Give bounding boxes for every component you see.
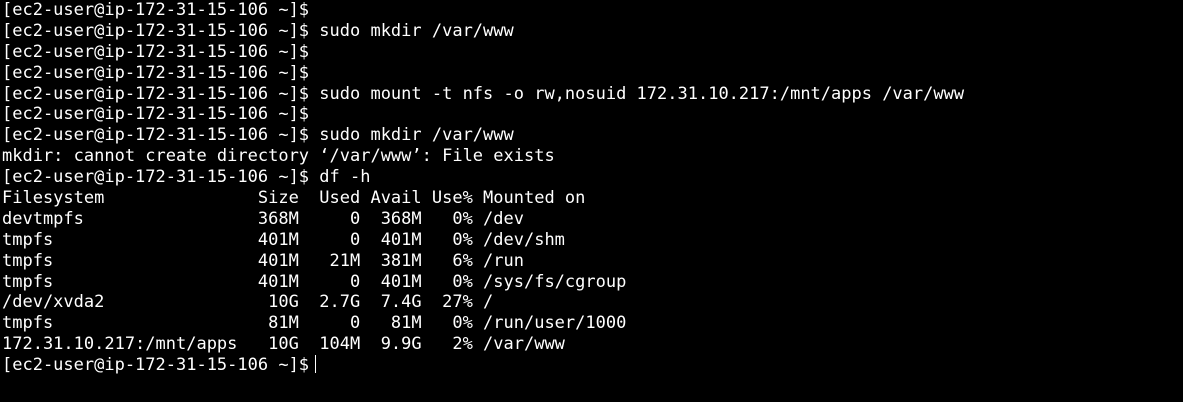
df-row: 172.31.10.217:/mnt/apps 10G 104M 9.9G 2%… [2, 334, 565, 355]
terminal-window[interactable]: [ec2-user@ip-172-31-15-106 ~]$ [ec2-user… [0, 0, 1183, 402]
df-row: tmpfs 401M 0 401M 0% /sys/fs/cgroup [2, 271, 627, 292]
current-prompt-line[interactable]: [ec2-user@ip-172-31-15-106 ~]$ [2, 355, 1183, 376]
terminal-line: [ec2-user@ip-172-31-15-106 ~]$ [2, 104, 310, 125]
terminal-line: [ec2-user@ip-172-31-15-106 ~]$ sudo mkdi… [2, 20, 514, 41]
df-row: tmpfs 401M 21M 381M 6% /run [2, 250, 524, 271]
terminal-line: [ec2-user@ip-172-31-15-106 ~]$ [2, 62, 310, 83]
terminal-line: [ec2-user@ip-172-31-15-106 ~]$ sudo mkdi… [2, 125, 514, 146]
df-row: tmpfs 401M 0 401M 0% /dev/shm [2, 229, 565, 250]
df-header-row: Filesystem Size Used Avail Use% Mounted … [2, 188, 586, 209]
df-row: /dev/xvda2 10G 2.7G 7.4G 27% / [2, 292, 494, 313]
text-cursor [315, 355, 317, 374]
terminal-line: [ec2-user@ip-172-31-15-106 ~]$ [2, 0, 310, 20]
terminal-line: mkdir: cannot create directory ‘/var/www… [2, 146, 555, 167]
terminal-line: [ec2-user@ip-172-31-15-106 ~]$ [2, 41, 310, 62]
df-row: tmpfs 81M 0 81M 0% /run/user/1000 [2, 313, 627, 334]
df-row: devtmpfs 368M 0 368M 0% /dev [2, 208, 524, 229]
terminal-line: [ec2-user@ip-172-31-15-106 ~]$ df -h [2, 167, 371, 188]
shell-prompt: [ec2-user@ip-172-31-15-106 ~]$ [2, 355, 310, 376]
terminal-line: [ec2-user@ip-172-31-15-106 ~]$ sudo moun… [2, 83, 965, 104]
